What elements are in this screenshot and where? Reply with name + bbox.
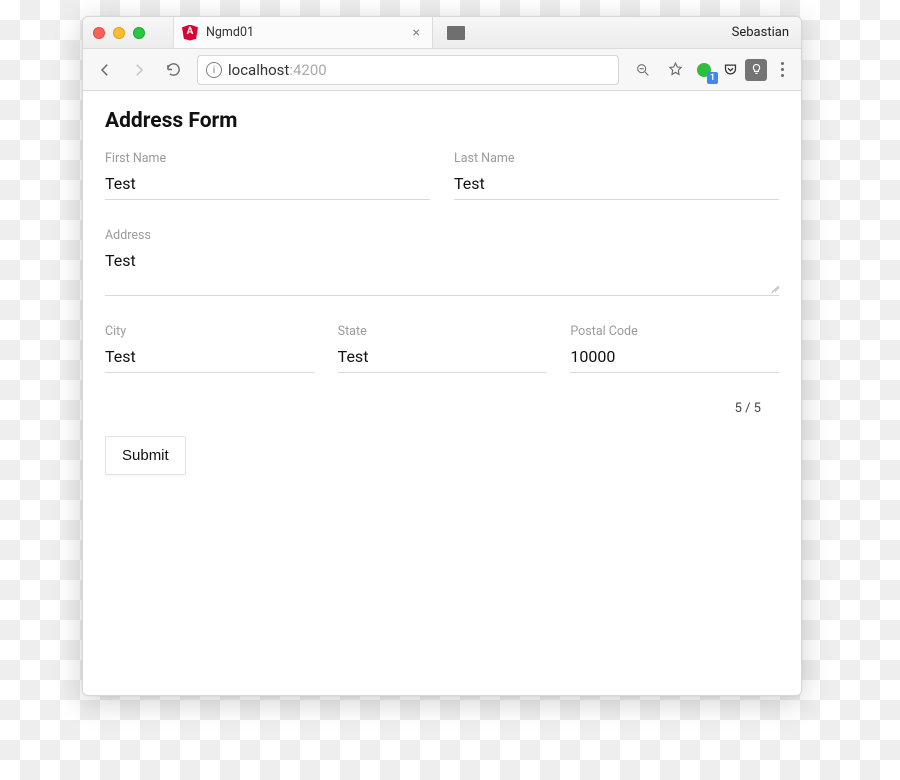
- url-host: localhost: [228, 61, 289, 79]
- browser-menu-button[interactable]: [771, 62, 793, 77]
- menu-dots-icon: [781, 62, 784, 65]
- forward-button: [125, 56, 153, 84]
- city-input[interactable]: [105, 343, 314, 373]
- reload-button[interactable]: [159, 56, 187, 84]
- field-first-name: First Name: [105, 151, 430, 200]
- favicon-letter: A: [187, 27, 194, 37]
- back-button[interactable]: [91, 56, 119, 84]
- tab-close-icon[interactable]: ×: [413, 25, 420, 41]
- row-name: First Name Last Name: [105, 151, 779, 200]
- extension-badge: 1: [707, 72, 718, 84]
- extension-green[interactable]: 1: [693, 59, 715, 81]
- row-city-state-postal: City State Postal Code: [105, 324, 779, 373]
- reload-icon: [165, 61, 182, 78]
- field-postal-code: Postal Code: [570, 324, 779, 373]
- extension-box[interactable]: [745, 59, 767, 81]
- row-address: Address: [105, 228, 779, 296]
- close-window-button[interactable]: [93, 27, 105, 39]
- field-last-name: Last Name: [454, 151, 779, 200]
- postal-code-input[interactable]: [570, 343, 779, 373]
- last-name-input[interactable]: [454, 170, 779, 200]
- resize-handle-icon[interactable]: [767, 280, 779, 292]
- browser-toolbar: i localhost:4200 1: [83, 49, 801, 91]
- site-info-icon[interactable]: i: [206, 62, 222, 78]
- window-titlebar: A Ngmd01 × Sebastian: [83, 17, 801, 49]
- address-bar[interactable]: i localhost:4200: [197, 55, 619, 85]
- page-title: Address Form: [105, 109, 779, 133]
- toolbar-actions: 1: [629, 56, 793, 84]
- first-name-label: First Name: [105, 151, 430, 166]
- postal-code-label: Postal Code: [570, 324, 779, 339]
- lightbulb-icon: [749, 62, 764, 77]
- tab-title: Ngmd01: [206, 25, 405, 40]
- window-controls: [93, 27, 145, 39]
- zoom-out-icon: [635, 62, 651, 78]
- state-input[interactable]: [338, 343, 547, 373]
- browser-tab[interactable]: A Ngmd01 ×: [173, 17, 433, 48]
- zoom-out-button[interactable]: [629, 56, 657, 84]
- profile-name[interactable]: Sebastian: [732, 25, 789, 40]
- submit-button[interactable]: Submit: [105, 436, 186, 475]
- maximize-window-button[interactable]: [133, 27, 145, 39]
- url-port: :4200: [289, 61, 326, 79]
- last-name-label: Last Name: [454, 151, 779, 166]
- address-label: Address: [105, 228, 779, 243]
- city-label: City: [105, 324, 314, 339]
- postal-code-counter: 5 / 5: [105, 401, 761, 416]
- extension-pocket[interactable]: [719, 59, 741, 81]
- arrow-left-icon: [96, 61, 114, 79]
- angular-icon: A: [182, 25, 198, 41]
- star-icon: [667, 61, 684, 78]
- address-input[interactable]: [105, 247, 779, 296]
- bookmark-button[interactable]: [661, 56, 689, 84]
- new-tab-thumb[interactable]: [447, 26, 465, 40]
- field-city: City: [105, 324, 314, 373]
- first-name-input[interactable]: [105, 170, 430, 200]
- minimize-window-button[interactable]: [113, 27, 125, 39]
- page-content: Address Form First Name Last Name Addres…: [83, 91, 801, 695]
- field-state: State: [338, 324, 547, 373]
- arrow-right-icon: [130, 61, 148, 79]
- field-address: Address: [105, 228, 779, 296]
- browser-window: A Ngmd01 × Sebastian i localhost:4200: [82, 16, 802, 696]
- pocket-icon: [723, 62, 738, 77]
- state-label: State: [338, 324, 547, 339]
- url-text: localhost:4200: [228, 61, 327, 79]
